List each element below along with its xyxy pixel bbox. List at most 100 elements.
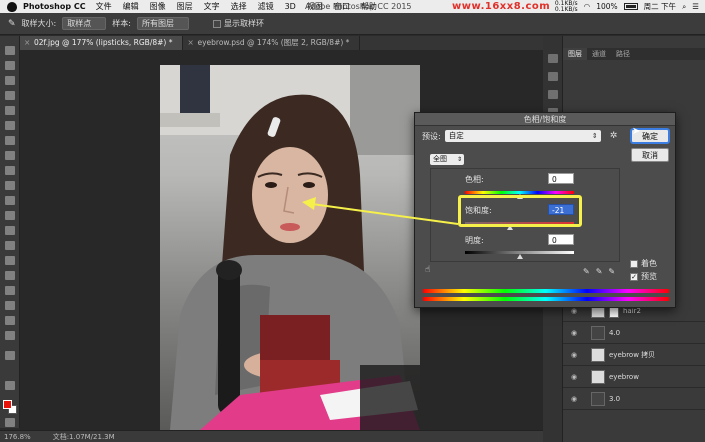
dodge-tool-icon[interactable] <box>5 241 15 250</box>
eyedropper-plus-icon[interactable]: ✎ <box>596 267 603 276</box>
foreground-color-swatch[interactable] <box>3 400 12 409</box>
marquee-tool-icon[interactable] <box>5 61 15 70</box>
menu-app-name[interactable]: Photoshop CC <box>23 2 86 11</box>
blur-tool-icon[interactable] <box>5 226 15 235</box>
sample-label: 样本: <box>112 19 131 28</box>
properties-panel-icon[interactable] <box>548 72 558 81</box>
lightness-label: 明度: <box>465 236 484 245</box>
eye-icon[interactable]: ◉ <box>567 329 581 337</box>
menu-edit[interactable]: 编辑 <box>123 1 139 12</box>
menu-3d[interactable]: 3D <box>285 2 296 11</box>
cancel-button[interactable]: 取消 <box>631 148 669 162</box>
color-panel-icon[interactable] <box>548 90 558 99</box>
layer-thumbnail <box>591 347 605 362</box>
history-brush-tool-icon[interactable] <box>5 181 15 190</box>
layer-thumbnail <box>591 369 605 384</box>
tab-paths[interactable]: 路径 <box>611 48 635 60</box>
preset-select[interactable]: 自定 <box>444 130 601 142</box>
menu-image[interactable]: 图像 <box>150 1 166 12</box>
dialog-title[interactable]: 色相/饱和度 <box>415 113 675 126</box>
eyedropper-group: ✎ ✎ ✎ <box>583 267 615 276</box>
more-tools-icon[interactable] <box>5 351 15 360</box>
layer-name: eyebrow 拷贝 <box>609 350 656 359</box>
clock[interactable]: 周二 下午 <box>644 1 676 12</box>
crop-tool-icon[interactable] <box>5 106 15 115</box>
tab-label: eyebrow.psd @ 174% (图层 2, RGB/8#) * <box>197 38 350 47</box>
zoom-level[interactable]: 176.8% <box>4 433 31 441</box>
tab-channels[interactable]: 通道 <box>587 48 611 60</box>
eye-icon[interactable]: ◉ <box>567 373 581 381</box>
battery-icon[interactable] <box>623 3 638 10</box>
menu-layer[interactable]: 图层 <box>177 1 193 12</box>
stamp-tool-icon[interactable] <box>5 166 15 175</box>
eyedropper-tool-icon[interactable] <box>5 121 15 130</box>
colorize-label: 着色 <box>641 259 657 268</box>
tab-layers[interactable]: 图层 <box>563 48 587 60</box>
search-icon[interactable]: ⌕ <box>682 2 686 12</box>
move-tool-icon[interactable] <box>5 46 15 55</box>
shape-tool-icon[interactable] <box>5 301 15 310</box>
apple-icon[interactable] <box>7 1 17 12</box>
input-spectrum-bar <box>423 289 669 293</box>
close-icon[interactable]: × <box>24 36 30 50</box>
eye-icon[interactable]: ◉ <box>567 395 581 403</box>
menu-type[interactable]: 文字 <box>204 1 220 12</box>
wifi-icon[interactable]: ◠ <box>584 2 591 11</box>
menu-file[interactable]: 文件 <box>96 1 112 12</box>
net-down: 0.1KB/s <box>554 5 578 13</box>
hue-input[interactable]: 0 <box>548 173 574 184</box>
lightness-input[interactable]: 0 <box>548 234 574 245</box>
colorize-checkbox[interactable]: 着色 <box>630 258 657 269</box>
layer-row[interactable]: ◉ eyebrow 拷贝 <box>563 344 705 366</box>
eyedropper-icon[interactable]: ✎ <box>583 267 590 276</box>
lasso-tool-icon[interactable] <box>5 76 15 85</box>
menu-select[interactable]: 选择 <box>231 1 247 12</box>
eyedropper-minus-icon[interactable]: ✎ <box>608 267 615 276</box>
tab-eyebrow[interactable]: × eyebrow.psd @ 174% (图层 2, RGB/8#) * <box>183 36 361 50</box>
show-ring-checkbox[interactable]: 显示取样环 <box>212 18 264 29</box>
gradient-tool-icon[interactable] <box>5 211 15 220</box>
doc-size: 文档:1.07M/21.3M <box>52 432 115 441</box>
preview-checkbox[interactable]: ✓ 预览 <box>630 271 657 282</box>
gear-icon[interactable]: ✲ <box>610 131 618 141</box>
type-tool-icon[interactable] <box>5 271 15 280</box>
show-ring-label: 显示取样环 <box>223 19 264 28</box>
close-icon[interactable]: × <box>187 36 193 50</box>
quick-select-tool-icon[interactable] <box>5 91 15 100</box>
layer-row[interactable]: ◉ 4.0 <box>563 322 705 344</box>
eraser-tool-icon[interactable] <box>5 196 15 205</box>
layer-thumbnail <box>591 325 605 340</box>
preset-row: 预设: 自定 ✲ <box>422 130 617 142</box>
layer-row[interactable]: ◉ 3.0 <box>563 388 705 410</box>
status-items: 0.1KB/s 0.1KB/s ◠ 100% 周二 下午 ⌕ ☰ <box>555 0 699 13</box>
sample-select[interactable]: 所有图层 <box>136 17 189 30</box>
colorize-box[interactable] <box>630 259 638 268</box>
screen-mode-icon[interactable] <box>5 418 15 427</box>
menu-filter[interactable]: 滤镜 <box>258 1 274 12</box>
battery-percent: 100% <box>596 2 618 11</box>
window-title: Adobe Photoshop CC 2015 <box>305 2 412 11</box>
range-select[interactable]: 全图 <box>430 154 464 165</box>
brush-tool-icon[interactable] <box>5 151 15 160</box>
layer-thumbnail <box>591 391 605 406</box>
targeted-adjustment-icon[interactable]: ☝ <box>425 265 430 275</box>
options-bar: ✎ 取样大小: 取样点 样本: 所有图层 显示取样环 <box>0 13 705 35</box>
document-photo[interactable] <box>160 65 420 430</box>
layer-name: 4.0 <box>609 328 621 337</box>
hand-tool-icon[interactable] <box>5 316 15 325</box>
layer-row[interactable]: ◉ eyebrow <box>563 366 705 388</box>
path-select-tool-icon[interactable] <box>5 286 15 295</box>
zoom-tool-icon[interactable] <box>5 331 15 340</box>
menu-list-icon[interactable]: ☰ <box>692 2 699 11</box>
preview-box[interactable]: ✓ <box>630 272 638 281</box>
sample-size-select[interactable]: 取样点 <box>62 17 107 30</box>
eyedropper-tool-icon[interactable]: ✎ <box>8 19 16 29</box>
history-panel-icon[interactable] <box>548 54 558 63</box>
lightness-slider-knob[interactable] <box>517 254 523 259</box>
healing-tool-icon[interactable] <box>5 136 15 145</box>
quick-mask-icon[interactable] <box>5 381 15 390</box>
pen-tool-icon[interactable] <box>5 256 15 265</box>
checkbox-box[interactable] <box>212 19 221 28</box>
eye-icon[interactable]: ◉ <box>567 351 581 359</box>
tab-lipsticks[interactable]: × 02f.jpg @ 177% (lipsticks, RGB/8#) * <box>20 36 184 50</box>
